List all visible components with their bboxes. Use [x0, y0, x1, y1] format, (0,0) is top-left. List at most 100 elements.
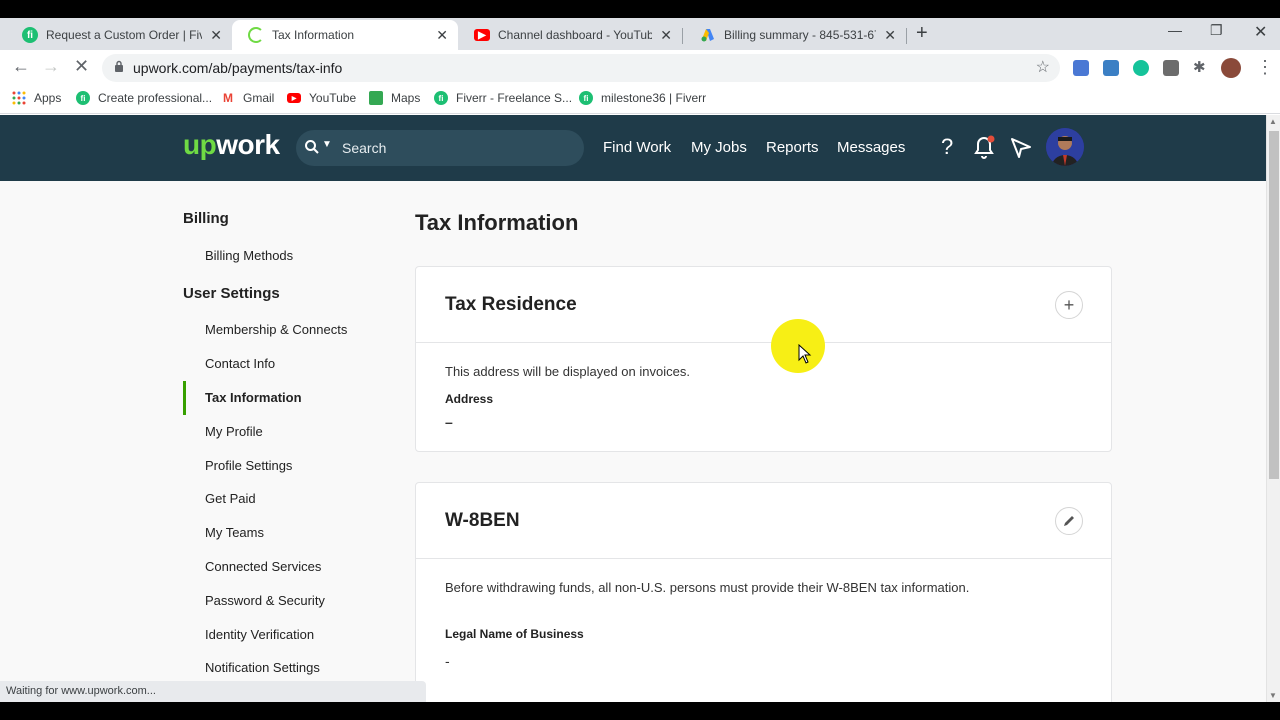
bookmark-label: Fiverr - Freelance S...: [456, 91, 573, 105]
address-bar[interactable]: upwork.com/ab/payments/tax-info ☆: [102, 54, 1060, 82]
page-body: Billing Billing Methods User Settings Me…: [0, 181, 1266, 720]
search-placeholder: Search: [342, 140, 387, 156]
sidebar-item-password-security[interactable]: Password & Security: [205, 593, 325, 608]
bookmarks-bar: Apps fi Create professional... M Gmail ▶…: [0, 86, 1280, 114]
bookmark-label: Maps: [391, 91, 421, 105]
upwork-header: upwork ▼ Search Find Work My Jobs Report…: [0, 115, 1266, 181]
status-bar: Waiting for www.upwork.com...: [0, 681, 426, 702]
logo-up-text: up: [183, 129, 217, 160]
sidebar-heading-billing: Billing: [183, 210, 229, 227]
minimize-icon[interactable]: —: [1168, 22, 1182, 38]
close-icon[interactable]: ✕: [436, 27, 448, 44]
bookmark-maps[interactable]: Maps: [369, 91, 420, 105]
legal-name-label: Legal Name of Business: [445, 627, 584, 641]
bookmark-fiverr-freelance[interactable]: fi Fiverr - Freelance S...: [434, 91, 572, 105]
close-icon[interactable]: ✕: [210, 27, 222, 44]
tax-residence-description: This address will be displayed on invoic…: [445, 364, 690, 379]
nav-reports[interactable]: Reports: [766, 139, 819, 156]
sidebar-item-identity-verification[interactable]: Identity Verification: [205, 627, 314, 642]
screen: fi Request a Custom Order | Fiverr ✕ Tax…: [0, 0, 1280, 720]
grammarly-extension-icon[interactable]: [1133, 60, 1149, 76]
back-arrow-icon[interactable]: ←: [12, 56, 30, 77]
w8ben-card: W-8BEN Before withdrawing funds, all non…: [415, 482, 1112, 720]
extension-icon[interactable]: [1103, 60, 1119, 76]
forward-arrow-icon[interactable]: →: [42, 56, 60, 77]
letterbox-bottom: [0, 702, 1280, 720]
bookmark-star-icon[interactable]: ☆: [1036, 57, 1050, 77]
bookmark-gmail[interactable]: M Gmail: [221, 91, 274, 105]
edit-w8ben-button[interactable]: [1055, 507, 1083, 535]
bookmark-apps[interactable]: Apps: [12, 91, 61, 105]
nav-my-jobs[interactable]: My Jobs: [691, 139, 747, 156]
sidebar-item-profile-settings[interactable]: Profile Settings: [205, 458, 292, 473]
page-title: Tax Information: [415, 210, 579, 235]
tab-youtube-studio[interactable]: ▶ Channel dashboard - YouTube Stu ✕: [458, 20, 682, 50]
youtube-icon: ▶: [474, 29, 490, 41]
sidebar-item-contact-info[interactable]: Contact Info: [205, 356, 275, 371]
address-label: Address: [445, 392, 494, 406]
tab-title: Request a Custom Order | Fiverr: [46, 28, 203, 42]
page-scrollbar[interactable]: ▲ ▼: [1266, 115, 1280, 702]
tab-tax-information[interactable]: Tax Information ✕: [232, 20, 458, 50]
search-input[interactable]: ▼ Search: [296, 130, 584, 166]
user-avatar[interactable]: [1046, 128, 1084, 166]
google-ads-icon: [700, 27, 716, 43]
bookmark-label: Create professional...: [98, 91, 213, 105]
letterbox-top: [0, 0, 1280, 18]
nav-messages[interactable]: Messages: [837, 139, 905, 156]
bookmark-youtube[interactable]: ▶ YouTube: [287, 91, 356, 105]
stop-loading-icon[interactable]: ✕: [74, 56, 89, 77]
bell-icon[interactable]: [974, 135, 996, 164]
new-tab-plus-icon[interactable]: +: [916, 22, 928, 45]
bookmark-label: milestone36 | Fiverr: [601, 91, 707, 105]
mouse-cursor-icon: [798, 344, 812, 364]
help-icon[interactable]: ?: [941, 134, 953, 160]
close-icon[interactable]: ✕: [884, 27, 896, 44]
fiverr-icon: fi: [579, 91, 593, 105]
close-icon[interactable]: ✕: [660, 27, 672, 44]
sidebar-item-get-paid[interactable]: Get Paid: [205, 491, 256, 506]
direct-contracts-send-icon[interactable]: [1010, 137, 1032, 164]
nav-find-work[interactable]: Find Work: [603, 139, 671, 156]
scroll-up-arrow-icon[interactable]: ▲: [1269, 117, 1277, 126]
bookmark-label: Gmail: [243, 91, 275, 105]
plus-icon: +: [1063, 294, 1075, 315]
bookmark-milestone36[interactable]: fi milestone36 | Fiverr: [579, 91, 706, 105]
tab-title: Billing summary - 845-531-6713: [724, 28, 876, 42]
youtube-icon: ▶: [287, 93, 301, 103]
sidebar-item-connected-services[interactable]: Connected Services: [205, 559, 321, 574]
upwork-loading-icon: [248, 27, 264, 43]
apps-grid-icon: [12, 91, 26, 105]
window-close-icon[interactable]: ✕: [1254, 22, 1267, 42]
tab-google-ads-billing[interactable]: Billing summary - 845-531-6713 ✕: [684, 20, 906, 50]
tab-fiverr-custom-order[interactable]: fi Request a Custom Order | Fiverr ✕: [6, 20, 232, 50]
lock-icon: [115, 60, 123, 72]
tab-title: Tax Information: [272, 28, 355, 42]
card-title: Tax Residence: [445, 294, 577, 315]
sidebar-item-notification-settings[interactable]: Notification Settings: [205, 660, 320, 675]
sidebar-item-tax-information[interactable]: Tax Information: [205, 390, 302, 405]
sidebar-item-my-teams[interactable]: My Teams: [205, 525, 264, 540]
scroll-down-arrow-icon[interactable]: ▼: [1269, 691, 1277, 700]
sidebar-item-my-profile[interactable]: My Profile: [205, 424, 263, 439]
browser-menu-icon[interactable]: ⋮: [1256, 57, 1274, 78]
profile-avatar-icon[interactable]: [1221, 58, 1241, 78]
restore-icon[interactable]: ❐: [1210, 22, 1223, 39]
sidebar-item-billing-methods[interactable]: Billing Methods: [205, 248, 293, 263]
card-header: W-8BEN: [416, 483, 1111, 559]
chevron-down-icon[interactable]: ▼: [322, 139, 332, 150]
scrollbar-thumb[interactable]: [1269, 131, 1279, 479]
tax-residence-card: Tax Residence + This address will be dis…: [415, 266, 1112, 452]
google-translate-extension-icon[interactable]: [1073, 60, 1089, 76]
card-title: W-8BEN: [445, 510, 520, 531]
bookmark-create-professional[interactable]: fi Create professional...: [76, 91, 212, 105]
logo-work-text: work: [216, 129, 280, 160]
extensions-puzzle-icon[interactable]: ✱: [1193, 58, 1209, 76]
extension-icon[interactable]: [1163, 60, 1179, 76]
sidebar-item-membership-connects[interactable]: Membership & Connects: [205, 322, 347, 337]
upwork-logo[interactable]: upwork: [183, 129, 280, 161]
pencil-icon: [1064, 516, 1074, 526]
legal-name-value: -: [445, 653, 450, 669]
bookmark-label: Apps: [34, 91, 62, 105]
add-tax-residence-button[interactable]: +: [1055, 291, 1083, 319]
